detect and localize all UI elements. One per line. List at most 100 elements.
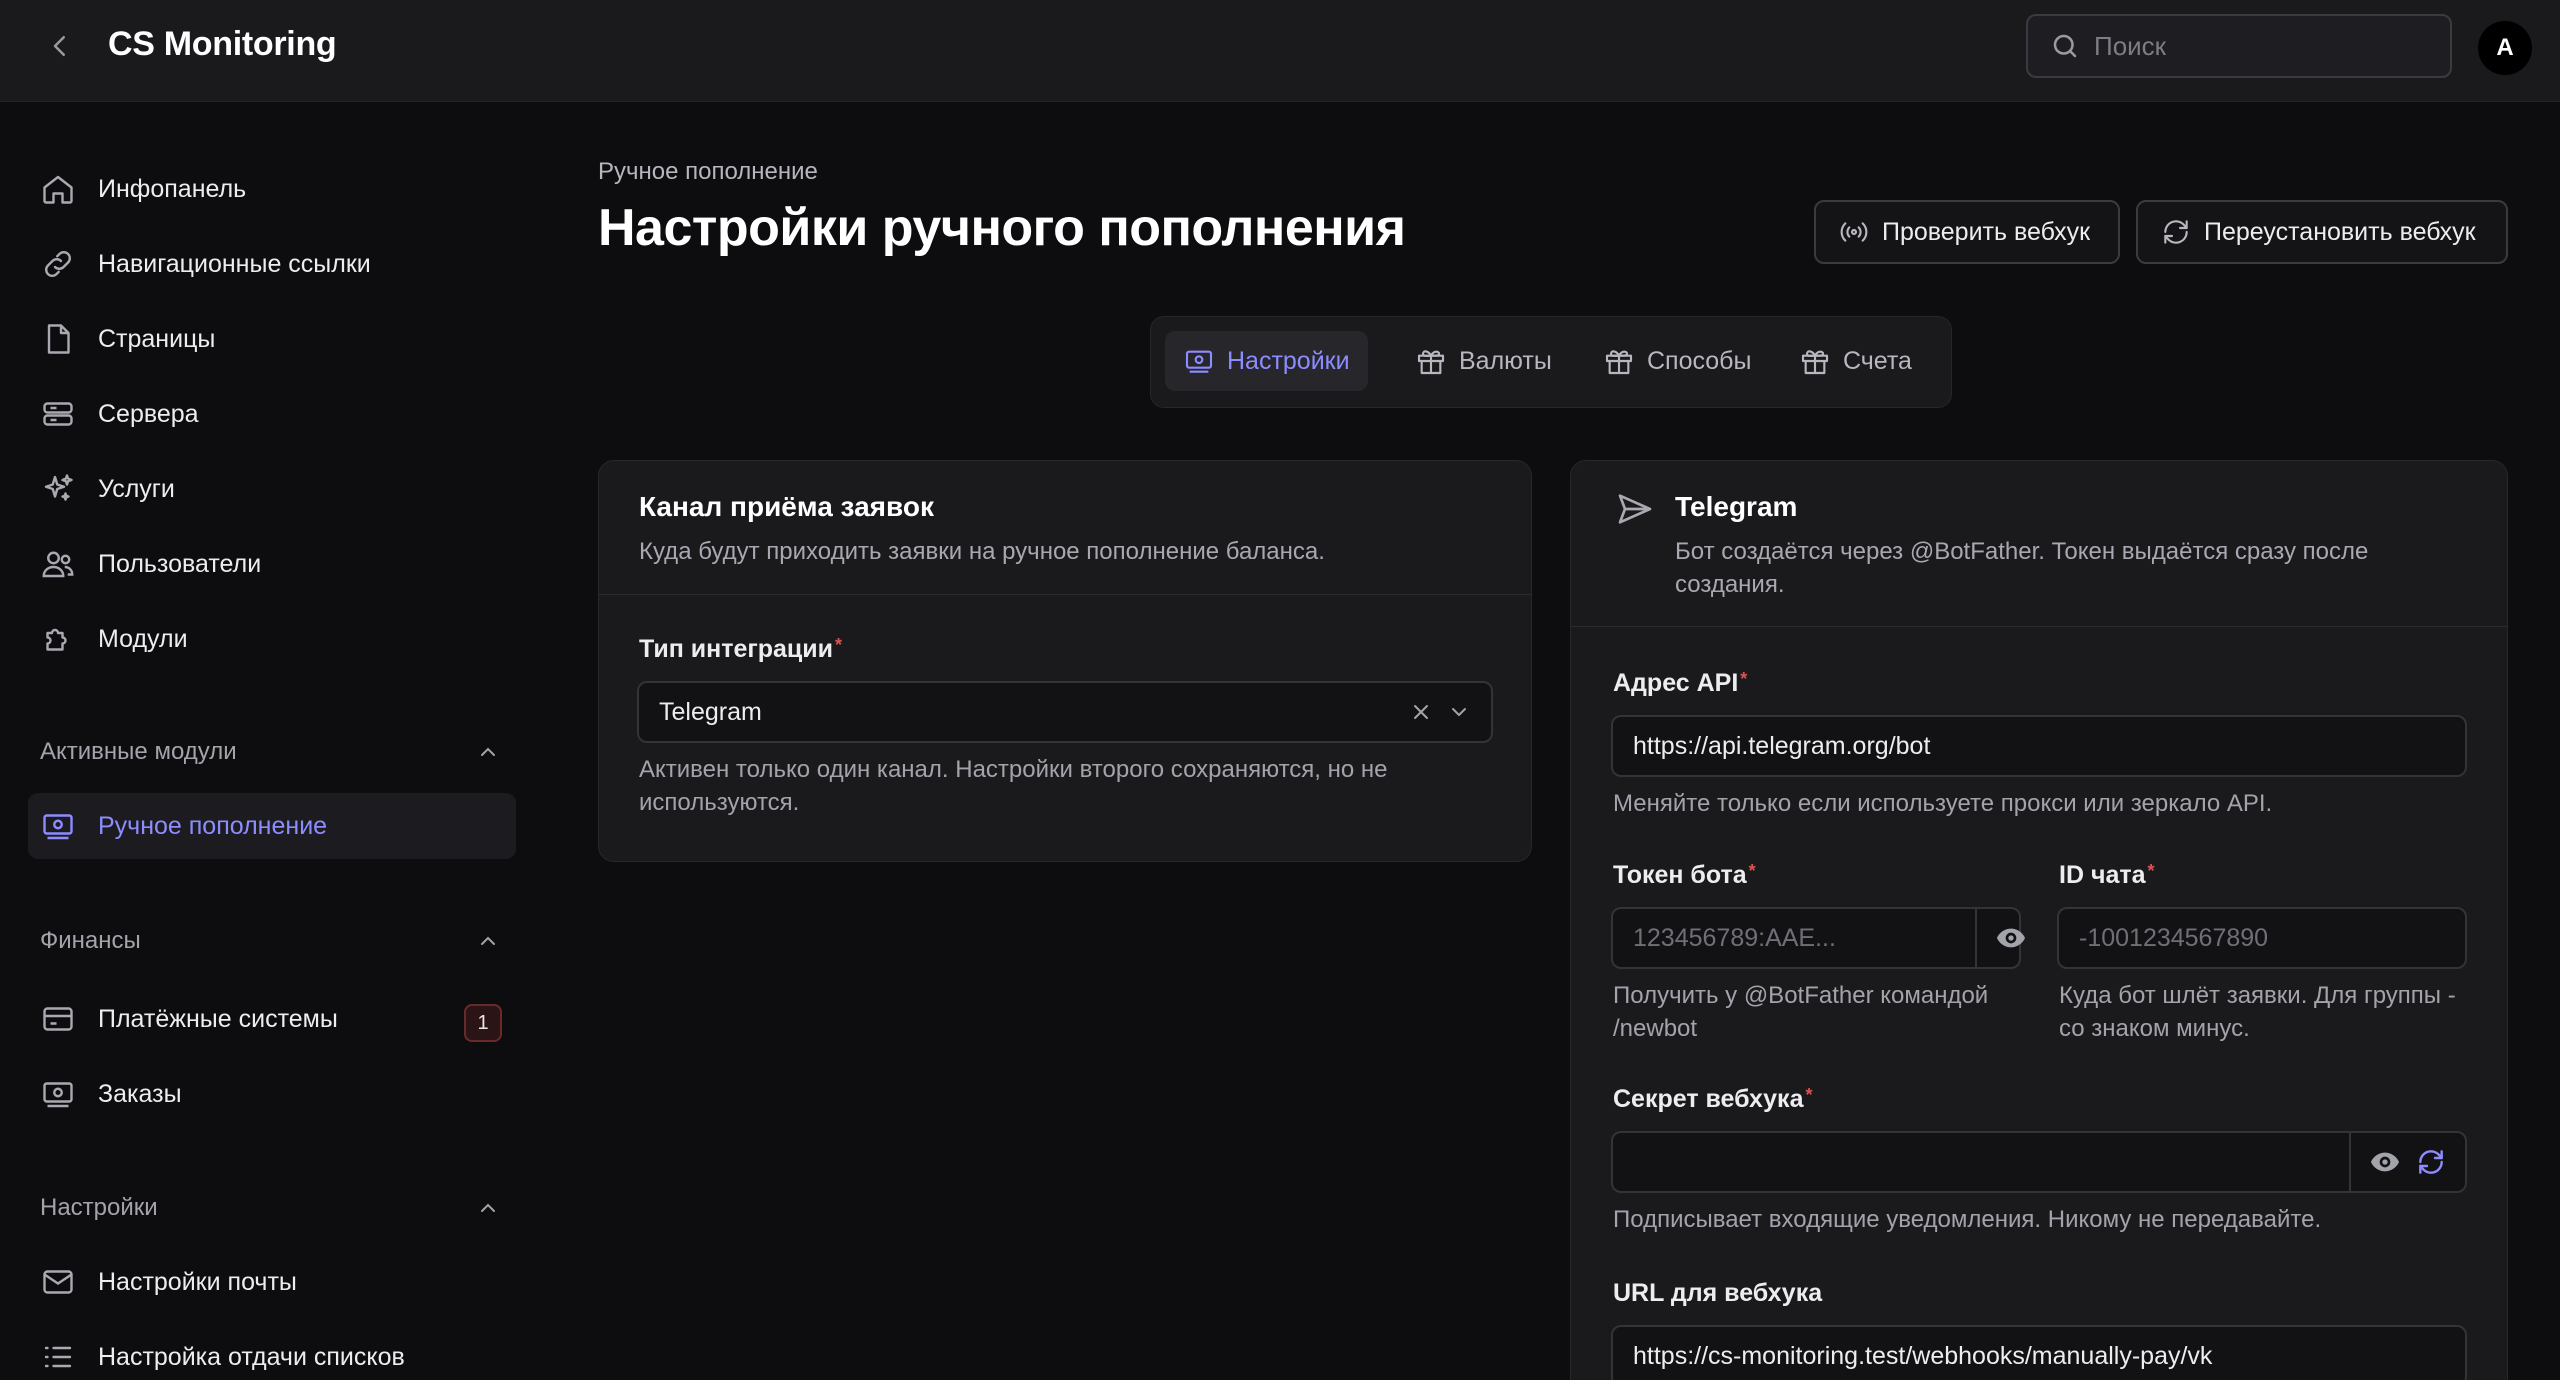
telegram-card: Telegram Бот создаётся через @BotFather.…: [1570, 460, 2508, 1380]
group-finance[interactable]: Финансы: [40, 921, 500, 961]
toggle-visibility-button[interactable]: [1975, 909, 2045, 967]
gift-icon: [1801, 350, 1829, 375]
users-icon: [42, 551, 74, 578]
sidebar-item-label: Настройки почты: [98, 1267, 297, 1296]
search-icon: [2053, 34, 2077, 58]
chevron-up-icon: [481, 1203, 495, 1212]
sidebar-item-label: Ручное пополнение: [98, 811, 328, 840]
tab-settings[interactable]: Настройки: [1165, 331, 1368, 391]
sidebar-item-nav-links[interactable]: Навигационные ссылки: [28, 231, 516, 297]
required-asterisk: *: [835, 635, 843, 655]
sidebar-item-users[interactable]: Пользователи: [28, 531, 516, 597]
field-help: Куда бот шлёт заявки. Для группы - со зн…: [2059, 982, 2456, 1042]
card-subtitle: Куда будут приходить заявки на ручное по…: [639, 538, 1325, 565]
check-webhook-button[interactable]: Проверить вебхук: [1814, 200, 2120, 264]
integration-select[interactable]: Telegram: [637, 681, 1493, 743]
group-title: Настройки: [40, 1194, 158, 1221]
sidebar-item-payment-systems[interactable]: Платёжные системы 1: [28, 986, 516, 1052]
close-icon[interactable]: [1409, 700, 1433, 724]
label-text: URL для вебхука: [1613, 1279, 1823, 1307]
button-label: Проверить вебхук: [1882, 217, 2091, 246]
top-bar: CS Monitoring A: [0, 0, 2560, 102]
sidebar-item-manual-topup[interactable]: Ручное пополнение: [28, 793, 516, 859]
app-title: CS Monitoring: [108, 25, 337, 63]
group-active-modules[interactable]: Активные модули: [40, 732, 500, 772]
tab-methods[interactable]: Способы: [1585, 331, 1769, 391]
card-subtitle: Бот создаётся через @BotFather. Токен вы…: [1675, 538, 2369, 598]
back-button[interactable]: [40, 26, 80, 66]
reinstall-webhook-button[interactable]: Переустановить вебхук: [2136, 200, 2508, 264]
required-asterisk: *: [2147, 861, 2155, 881]
sidebar-item-mail-settings[interactable]: Настройки почты: [28, 1249, 516, 1315]
tab-label: Валюты: [1459, 346, 1552, 375]
group-title: Финансы: [40, 927, 141, 954]
sidebar-item-label: Платёжные системы: [98, 1004, 338, 1033]
webhook-url-field[interactable]: [1611, 1325, 2467, 1380]
sidebar-item-modules[interactable]: Модули: [28, 606, 516, 672]
sidebar: Инфопанель Навигационные ссылки Страницы…: [0, 103, 540, 1380]
sidebar-item-list-settings[interactable]: Настройка отдачи списков: [28, 1324, 516, 1380]
api-address-input[interactable]: [1613, 717, 2465, 775]
select-value: Telegram: [659, 697, 762, 726]
refresh-icon[interactable]: [2415, 1146, 2447, 1178]
send-icon: [1618, 494, 1652, 524]
group-settings[interactable]: Настройки: [40, 1188, 500, 1228]
sidebar-item-services[interactable]: Услуги: [28, 456, 516, 522]
tab-label: Счета: [1843, 346, 1912, 375]
tab-invoices[interactable]: Счета: [1781, 331, 1930, 391]
sidebar-item-label: Услуги: [98, 474, 175, 503]
sidebar-item-label: Страницы: [98, 324, 216, 353]
sidebar-item-servers[interactable]: Сервера: [28, 381, 516, 447]
link-icon: [45, 251, 71, 277]
eye-icon[interactable]: [2369, 1146, 2401, 1178]
field-label: Тип интеграции *: [639, 635, 842, 664]
api-address-field[interactable]: [1611, 715, 2467, 777]
tab-currencies[interactable]: Валюты: [1397, 331, 1570, 391]
webhook-secret-field[interactable]: [1611, 1131, 2467, 1193]
search-box[interactable]: [2026, 14, 2452, 78]
chevron-down-icon[interactable]: [1447, 700, 1471, 724]
field-help: Получить у @BotFather командой /newbot: [1613, 982, 1989, 1042]
refresh-icon: [2164, 220, 2188, 244]
home-icon: [43, 175, 73, 204]
chat-id-field[interactable]: [2057, 907, 2467, 969]
sidebar-item-label: Пользователи: [98, 549, 262, 578]
tab-label: Настройки: [1227, 346, 1350, 375]
avatar[interactable]: A: [2478, 21, 2532, 75]
field-help: Активен только один канал. Настройки вто…: [639, 756, 1388, 816]
field-help: Подписывает входящие уведомления. Никому…: [1613, 1206, 2322, 1233]
sidebar-item-label: Инфопанель: [98, 174, 247, 203]
card-title: Канал приёма заявок: [639, 491, 934, 522]
label-text: Адрес API: [1613, 669, 1739, 697]
puzzle-icon: [46, 628, 67, 651]
sidebar-item-label: Навигационные ссылки: [98, 249, 371, 278]
required-asterisk: *: [1748, 861, 1756, 881]
group-title: Активные модули: [40, 738, 237, 765]
bot-token-input[interactable]: [1613, 909, 1975, 967]
search-input[interactable]: [2094, 30, 2434, 62]
tab-bar: Настройки Валюты Способы Счета: [1150, 316, 1952, 408]
sidebar-item-orders[interactable]: Заказы: [28, 1061, 516, 1127]
bot-token-field[interactable]: [1611, 907, 2025, 969]
channel-card: Канал приёма заявок Куда будут приходить…: [598, 460, 1532, 862]
sidebar-item-label: Модули: [98, 624, 188, 653]
sidebar-item-label: Заказы: [98, 1079, 182, 1108]
sidebar-item-pages[interactable]: Страницы: [28, 306, 516, 372]
sidebar-item-label: Настройка отдачи списков: [98, 1342, 405, 1371]
webhook-url-input[interactable]: [1613, 1327, 2465, 1380]
file-icon: [47, 324, 70, 354]
field-help: Меняйте только если используете прокси и…: [1613, 790, 2273, 817]
chat-id-input[interactable]: [2059, 909, 2465, 967]
breadcrumb[interactable]: Ручное пополнение: [598, 158, 818, 186]
card-header: Telegram Бот создаётся через @BotFather.…: [1571, 461, 2507, 627]
sidebar-item-label: Сервера: [98, 399, 199, 428]
sidebar-item-dashboard[interactable]: Инфопанель: [28, 156, 516, 222]
count-badge: 1: [464, 1004, 502, 1042]
card-header: Канал приёма заявок Куда будут приходить…: [599, 461, 1531, 595]
label-text: Тип интеграции: [639, 635, 834, 663]
webhook-secret-input[interactable]: [1613, 1133, 2349, 1191]
label-text: Токен бота: [1613, 861, 1747, 889]
field-label: Токен бота *: [1613, 861, 1756, 890]
gift-icon: [1417, 350, 1445, 375]
eye-icon: [1997, 928, 2025, 948]
